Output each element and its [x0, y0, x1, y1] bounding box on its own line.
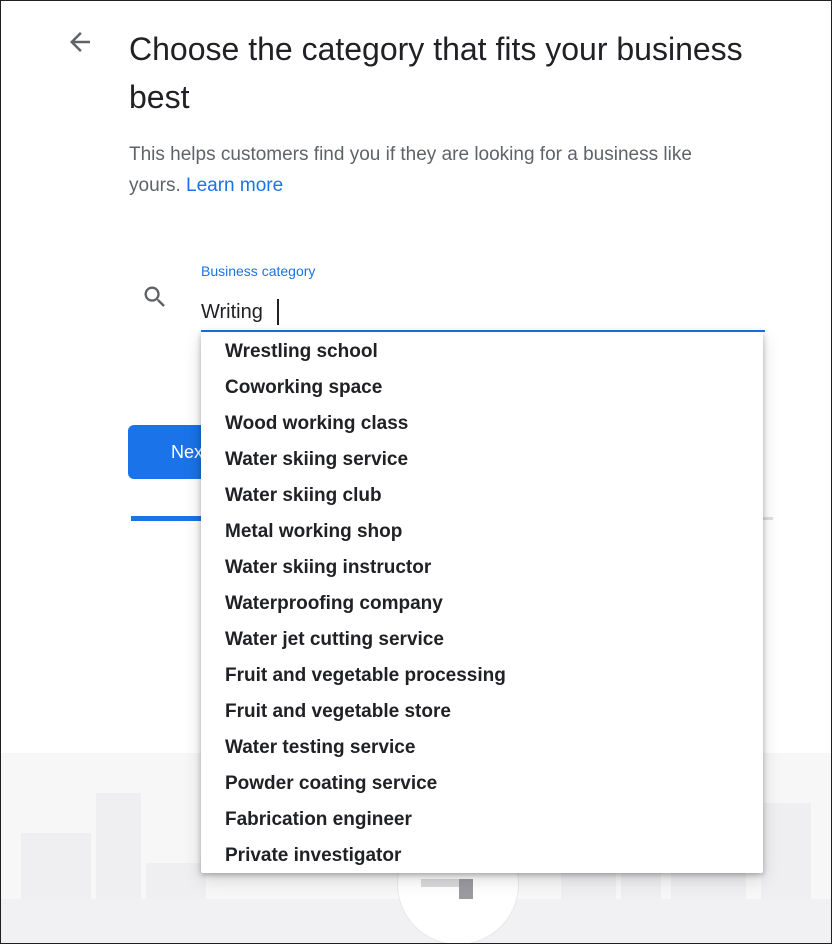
- search-icon: [141, 283, 169, 311]
- suggestion-item[interactable]: Private investigator: [201, 838, 763, 874]
- suggestion-item[interactable]: Fruit and vegetable processing: [201, 658, 763, 694]
- suggestion-item[interactable]: Water skiing club: [201, 478, 763, 514]
- suggestion-item[interactable]: Water jet cutting service: [201, 622, 763, 658]
- suggestion-item[interactable]: Metal working shop: [201, 514, 763, 550]
- suggestion-item[interactable]: Wood working class: [201, 406, 763, 442]
- suggestion-item[interactable]: Water skiing service: [201, 442, 763, 478]
- suggestion-item[interactable]: Wrestling school: [201, 334, 763, 370]
- suggestion-item[interactable]: Waterproofing company: [201, 586, 763, 622]
- suggestion-item[interactable]: Water testing service: [201, 730, 763, 766]
- page-frame: Choose the category that fits your busin…: [0, 0, 832, 944]
- page-subtitle: This helps customers find you if they ar…: [129, 139, 729, 201]
- text-cursor: [277, 299, 279, 325]
- page-title: Choose the category that fits your busin…: [129, 31, 743, 115]
- background-graphic: [421, 879, 461, 887]
- business-category-input[interactable]: [201, 297, 761, 327]
- progress-fill: [131, 516, 209, 521]
- suggestion-item[interactable]: Water skiing instructor: [201, 550, 763, 586]
- learn-more-link[interactable]: Learn more: [186, 175, 283, 196]
- business-category-label: Business category: [201, 263, 316, 279]
- category-suggestions: Wrestling school Coworking space Wood wo…: [201, 332, 763, 873]
- suggestion-item[interactable]: Coworking space: [201, 370, 763, 406]
- suggestion-item[interactable]: Fabrication engineer: [201, 802, 763, 838]
- suggestion-item[interactable]: Powder coating service: [201, 766, 763, 802]
- suggestion-item[interactable]: Fruit and vegetable store: [201, 694, 763, 730]
- arrow-left-icon[interactable]: [65, 27, 95, 57]
- background-graphic: [459, 879, 473, 899]
